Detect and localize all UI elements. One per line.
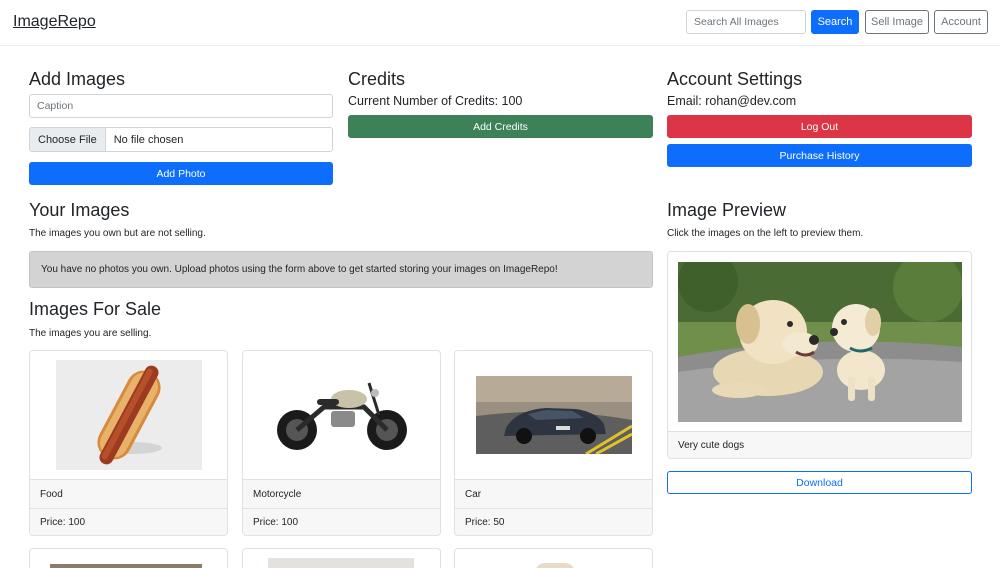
credits-count: Current Number of Credits: 100 bbox=[348, 94, 523, 108]
caption-input[interactable] bbox=[29, 94, 333, 118]
navbar: ImageRepo Search Sell Image Account bbox=[0, 0, 1000, 46]
search-button[interactable]: Search bbox=[811, 10, 859, 34]
card-price: Price: 50 bbox=[455, 508, 652, 535]
add-images-heading: Add Images bbox=[29, 69, 126, 89]
motorcycle-image[interactable] bbox=[243, 351, 440, 479]
sale-card-partial[interactable] bbox=[454, 548, 653, 568]
log-out-button[interactable]: Log Out bbox=[667, 115, 972, 138]
partial-image bbox=[535, 563, 575, 568]
download-button[interactable]: Download bbox=[667, 471, 972, 494]
card-name: Motorcycle bbox=[243, 479, 440, 508]
card-name: Car bbox=[455, 479, 652, 508]
partial-image bbox=[268, 558, 414, 568]
images-for-sale-heading: Images For Sale bbox=[29, 299, 162, 319]
car-image[interactable] bbox=[455, 351, 652, 479]
images-for-sale-subtitle: The images you are selling. bbox=[29, 328, 152, 339]
your-images-subtitle: The images you own but are not selling. bbox=[29, 228, 206, 239]
sale-card-food[interactable]: Food Price: 100 bbox=[29, 350, 228, 536]
food-image[interactable] bbox=[30, 351, 227, 479]
image-preview-heading: Image Preview bbox=[667, 200, 787, 220]
brand-link[interactable]: ImageRepo bbox=[13, 13, 96, 31]
your-images-heading: Your Images bbox=[29, 200, 130, 220]
credits-heading: Credits bbox=[348, 69, 406, 89]
add-credits-button[interactable]: Add Credits bbox=[348, 115, 653, 138]
card-price: Price: 100 bbox=[243, 508, 440, 535]
purchase-history-button[interactable]: Purchase History bbox=[667, 144, 972, 167]
add-photo-button[interactable]: Add Photo bbox=[29, 162, 333, 185]
account-settings-heading: Account Settings bbox=[667, 69, 803, 89]
sale-card-car[interactable]: Car Price: 50 bbox=[454, 350, 653, 536]
search-input[interactable] bbox=[686, 10, 806, 34]
card-name: Food bbox=[30, 479, 227, 508]
preview-card: Very cute dogs bbox=[667, 251, 972, 459]
choose-file-button[interactable]: Choose File bbox=[30, 128, 106, 151]
dogs-preview-image bbox=[678, 262, 962, 422]
sale-card-motorcycle[interactable]: Motorcycle Price: 100 bbox=[242, 350, 441, 536]
partial-image bbox=[50, 564, 202, 568]
file-input[interactable]: Choose File No file chosen bbox=[29, 127, 333, 152]
no-photos-alert: You have no photos you own. Upload photo… bbox=[29, 251, 653, 288]
file-status-label: No file chosen bbox=[113, 133, 184, 146]
preview-caption: Very cute dogs bbox=[668, 431, 971, 458]
sale-card-partial[interactable] bbox=[29, 548, 228, 568]
sale-card-partial[interactable] bbox=[242, 548, 441, 568]
account-email: Email: rohan@dev.com bbox=[667, 94, 797, 108]
sell-image-button[interactable]: Sell Image bbox=[865, 10, 929, 34]
image-preview-subtitle: Click the images on the left to preview … bbox=[667, 228, 864, 239]
account-button[interactable]: Account bbox=[934, 10, 988, 34]
card-price: Price: 100 bbox=[30, 508, 227, 535]
